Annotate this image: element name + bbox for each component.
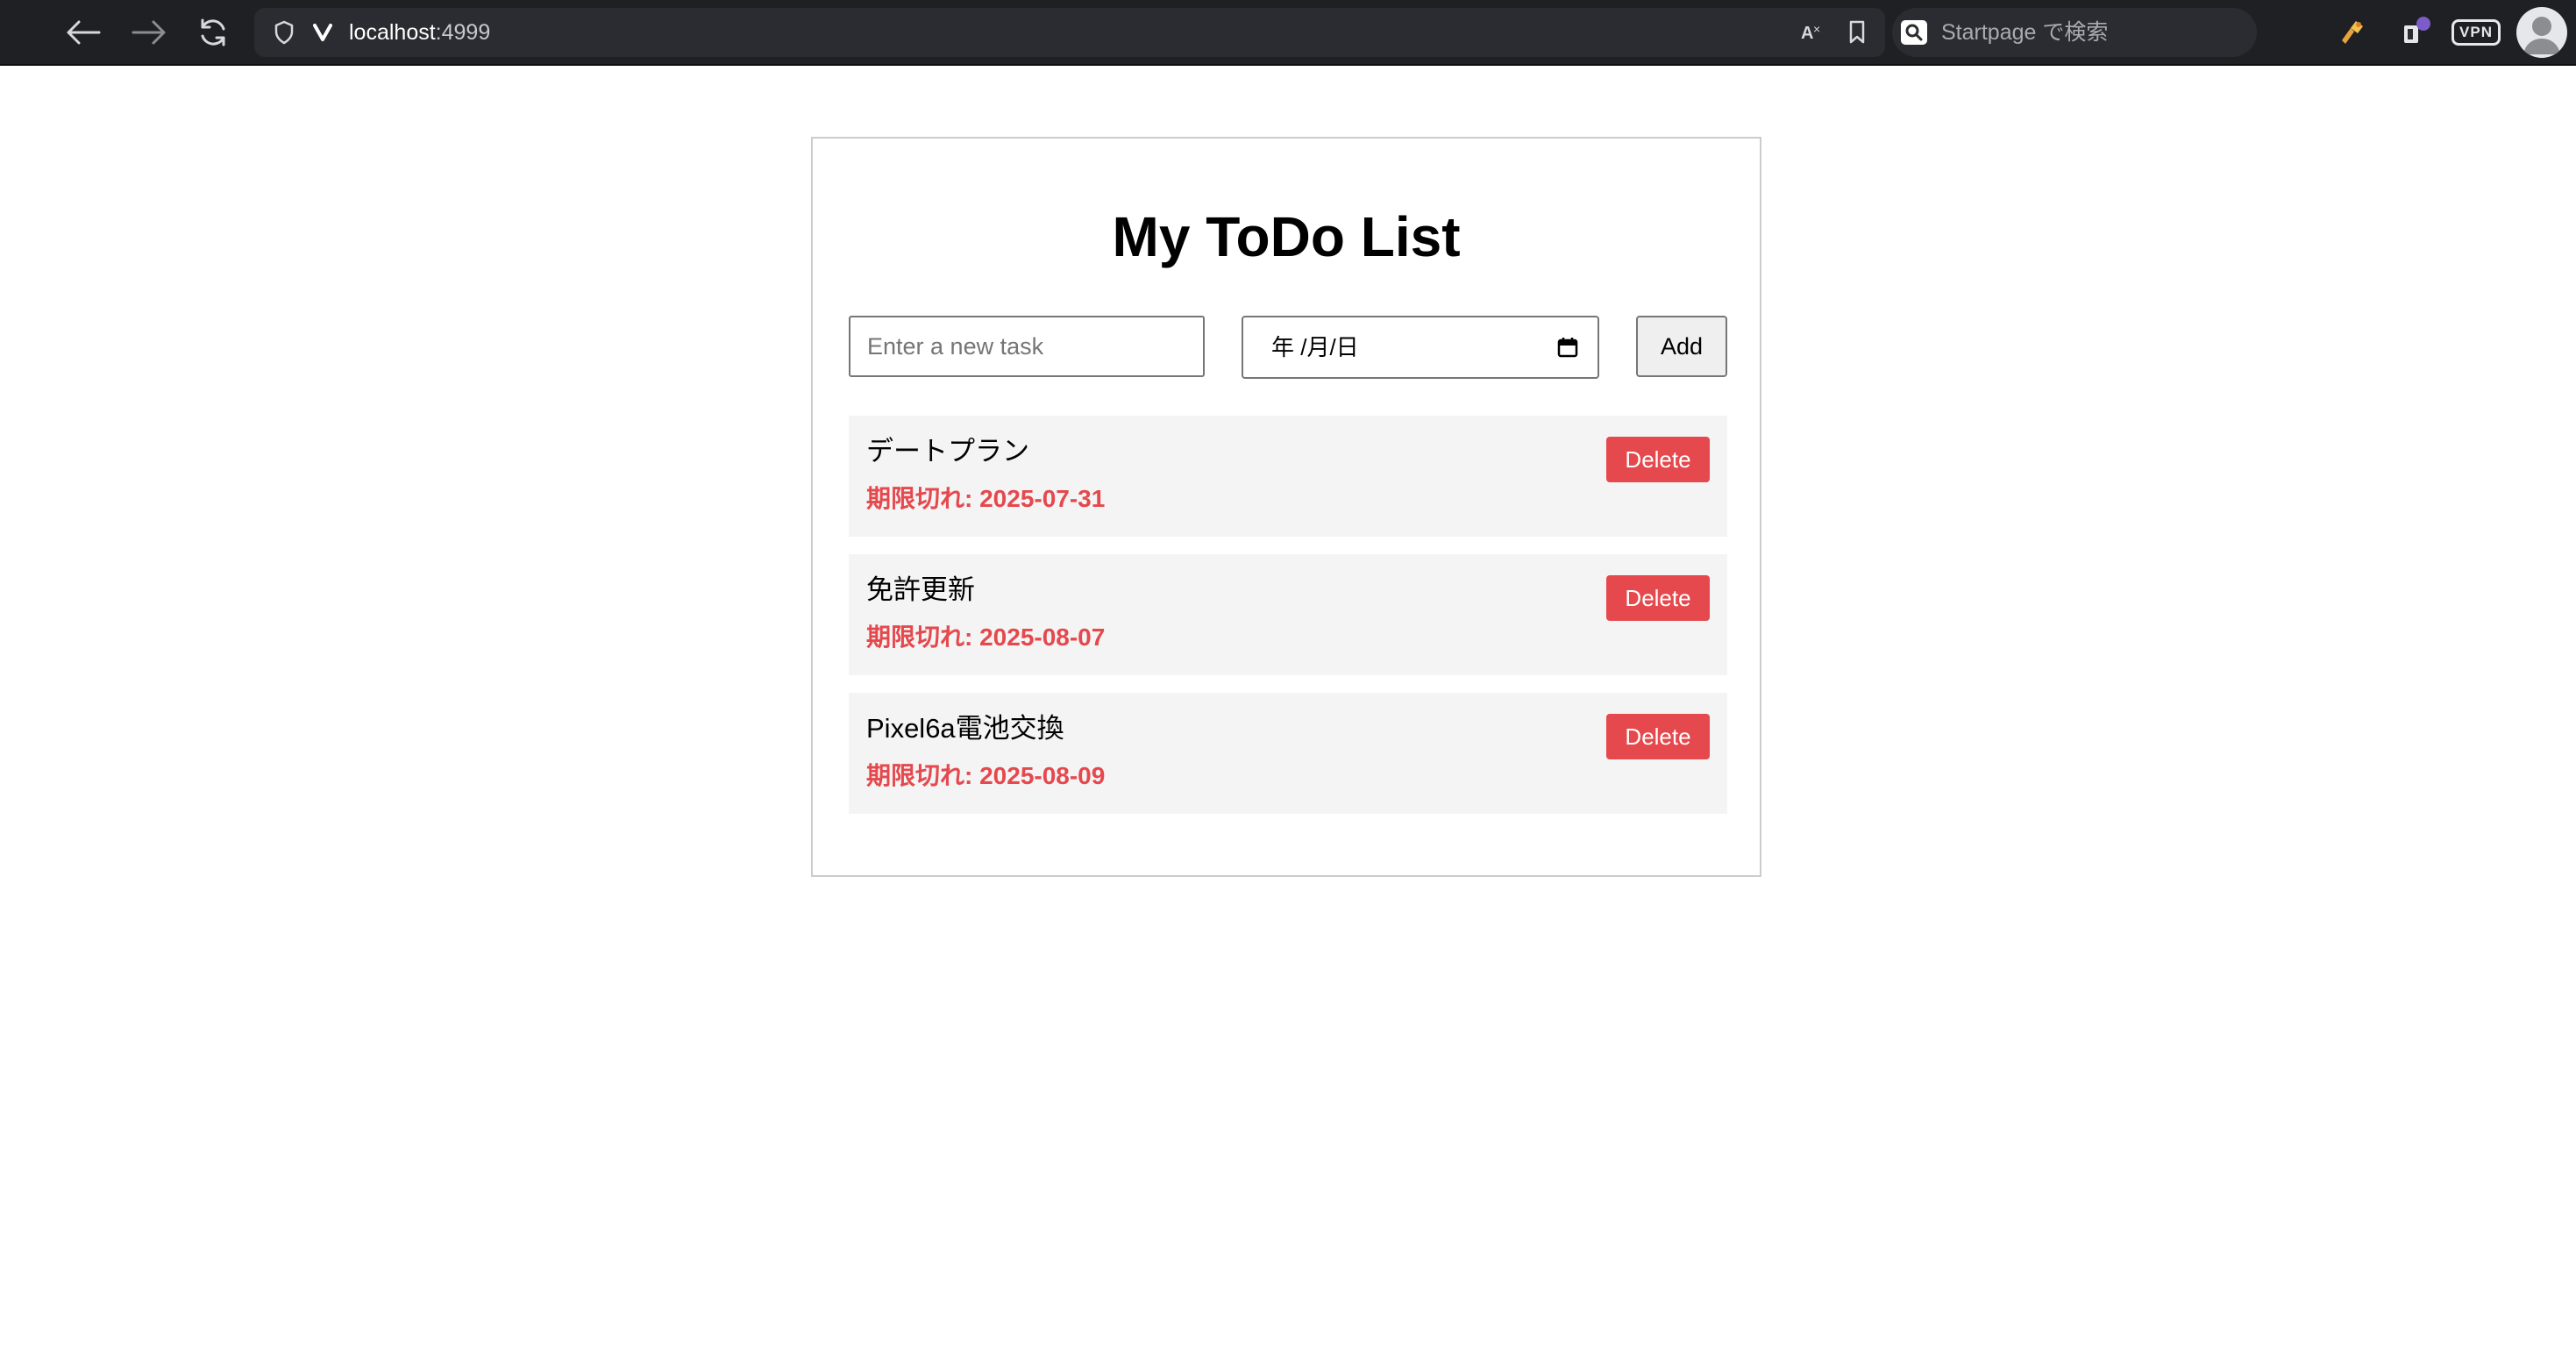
due-date-input[interactable]: 年 /月/日	[1242, 316, 1599, 379]
search-field[interactable]: Startpage で検索	[1892, 8, 2257, 57]
task-input[interactable]	[849, 316, 1205, 377]
bookmark-icon[interactable]	[1839, 8, 1875, 57]
forward-arrow-icon[interactable]	[127, 11, 171, 54]
svg-text:A: A	[1801, 24, 1813, 43]
search-engine-icon	[1901, 20, 1927, 45]
todo-app-card: My ToDo List 年 /月/日 Add デートプラン 期限切れ: 202…	[811, 137, 1761, 877]
todo-overdue-label: 期限切れ: 2025-08-09	[866, 762, 1106, 789]
todo-text: 免許更新	[866, 574, 975, 605]
search-placeholder: Startpage で検索	[1941, 20, 2109, 45]
vpn-label: VPN	[2451, 19, 2501, 46]
reload-icon[interactable]	[191, 11, 235, 54]
translate-icon[interactable]: A ×	[1796, 8, 1831, 57]
browser-toolbar: localhost:4999 A × Startpage で検索 VPN	[0, 0, 2576, 66]
delete-button[interactable]: Delete	[1606, 714, 1710, 759]
todo-item: Pixel6a電池交換 期限切れ: 2025-08-09 Delete	[849, 693, 1727, 814]
address-bar[interactable]: localhost:4999 A ×	[254, 8, 1885, 57]
todo-item: デートプラン 期限切れ: 2025-07-31 Delete	[849, 416, 1727, 537]
todo-text: Pixel6a電池交換	[866, 713, 1064, 744]
vivaldi-logo-icon	[307, 8, 338, 57]
todo-overdue-label: 期限切れ: 2025-07-31	[866, 485, 1106, 512]
shield-icon[interactable]	[267, 8, 302, 57]
todo-overdue-label: 期限切れ: 2025-08-07	[866, 623, 1106, 651]
todo-text: デートプラン	[866, 436, 1029, 467]
wallet-icon[interactable]	[2397, 11, 2436, 54]
todo-list: デートプラン 期限切れ: 2025-07-31 Delete 免許更新 期限切れ…	[849, 416, 1727, 831]
add-button[interactable]: Add	[1636, 316, 1727, 377]
back-arrow-icon[interactable]	[61, 11, 105, 54]
delete-button[interactable]: Delete	[1606, 575, 1710, 621]
page-title: My ToDo List	[1112, 205, 1461, 268]
extension-icon[interactable]	[2332, 11, 2371, 54]
todo-item: 免許更新 期限切れ: 2025-08-07 Delete	[849, 554, 1727, 675]
calendar-icon[interactable]	[1557, 337, 1578, 362]
url-port: :4999	[435, 20, 491, 45]
vpn-icon[interactable]: VPN	[2450, 11, 2502, 54]
url-host: localhost	[349, 20, 436, 45]
url-text[interactable]: localhost:4999	[349, 8, 490, 57]
delete-button[interactable]: Delete	[1606, 437, 1710, 482]
avatar[interactable]	[2516, 7, 2567, 58]
date-placeholder: 年 /月/日	[1271, 334, 1359, 360]
svg-text:×: ×	[1813, 22, 1820, 36]
